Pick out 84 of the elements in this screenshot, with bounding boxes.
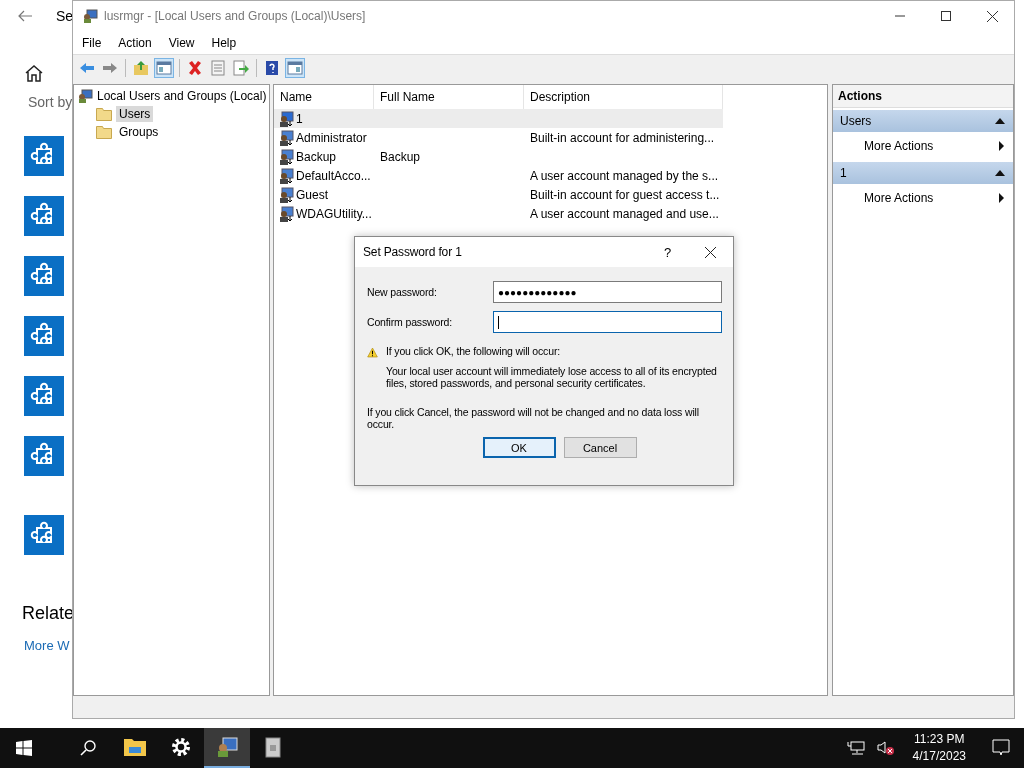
pane-icon[interactable]: [285, 58, 305, 78]
user-icon: [278, 148, 294, 165]
submenu-arrow-icon: [999, 193, 1004, 203]
notification-icon[interactable]: [992, 739, 1010, 757]
related-heading: Relate: [22, 603, 75, 624]
users-app-icon: [82, 8, 98, 24]
submenu-arrow-icon: [999, 141, 1004, 151]
home-icon[interactable]: [24, 64, 44, 82]
table-cell: Guest: [296, 187, 328, 202]
users-app-icon[interactable]: [204, 728, 250, 768]
up-icon[interactable]: [131, 58, 151, 78]
puzzle-tile-icon[interactable]: [24, 256, 64, 296]
table-cell: 1: [296, 111, 303, 126]
action-section-header[interactable]: Users: [833, 110, 1013, 132]
table-row[interactable]: 1: [274, 109, 723, 128]
clock-date[interactable]: 4/17/2023: [912, 748, 966, 765]
table-row[interactable]: Guest Built-in account for guest access t...: [274, 185, 723, 204]
sort-label: Sort by: [28, 94, 73, 110]
puzzle-tile-icon[interactable]: [24, 436, 64, 476]
dialog-button[interactable]: OK: [482, 437, 556, 458]
table-cell: A user account managed and use...: [530, 206, 719, 221]
table-cell: Administrator: [296, 130, 367, 145]
user-icon: [278, 205, 294, 222]
puzzle-tile-icon[interactable]: [24, 196, 64, 236]
tree-item[interactable]: Groups: [116, 124, 162, 140]
folder-icon: [96, 107, 112, 121]
table-cell: WDAGUtility...: [296, 206, 372, 221]
computer-users-icon: [77, 88, 93, 104]
menu-item[interactable]: View: [168, 35, 195, 50]
password-field[interactable]: ●●●●●●●●●●●●●: [493, 281, 722, 303]
menu-item[interactable]: Help: [211, 35, 237, 50]
warning-text: Your local user account will immediately lose access to all of its encrypted files, stored passwords, and personal security certificates.: [386, 365, 718, 389]
cancel-note: If you click Cancel, the password will not be changed and no data loss will occur.: [367, 406, 700, 430]
user-icon: [278, 167, 294, 184]
clock-time[interactable]: 11:23 PM: [914, 731, 965, 748]
table-cell: Built-in account for administering...: [530, 130, 715, 145]
folder-icon: [96, 125, 112, 139]
table-row[interactable]: Administrator Built-in account for administering...: [274, 128, 723, 147]
password-field[interactable]: [493, 311, 722, 333]
settings-title: Se: [56, 8, 74, 24]
actions-title: Actions: [833, 85, 1013, 108]
maximize-icon[interactable]: [941, 11, 951, 21]
network-icon[interactable]: [846, 741, 865, 755]
user-icon: [278, 129, 294, 146]
puzzle-tile-icon[interactable]: [24, 316, 64, 356]
close-icon[interactable]: [987, 10, 998, 22]
back-arrow-icon[interactable]: [18, 10, 32, 22]
puzzle-tile-icon[interactable]: [24, 136, 64, 176]
related-link[interactable]: More W: [24, 638, 70, 653]
collapse-caret-icon[interactable]: [995, 118, 1005, 124]
help-button[interactable]: ?: [663, 244, 671, 260]
start-icon[interactable]: [16, 740, 32, 756]
action-item[interactable]: More Actions: [864, 191, 934, 205]
table-cell: DefaultAcco...: [296, 168, 371, 183]
action-section-header[interactable]: 1: [833, 162, 1013, 184]
table-row[interactable]: WDAGUtility... A user account managed and use...: [274, 204, 723, 223]
dialog-title: Set Password for 1: [363, 245, 462, 259]
window-title: lusrmgr - [Local Users and Groups (Local)\Users]: [104, 9, 366, 23]
field-label: New password:: [367, 286, 438, 298]
collapse-caret-icon[interactable]: [995, 170, 1005, 176]
puzzle-tile-icon[interactable]: [24, 515, 64, 555]
table-row[interactable]: Backup Backup: [274, 147, 723, 166]
close-icon[interactable]: [705, 246, 716, 258]
table-cell: Backup: [380, 149, 421, 164]
muted-speaker-icon[interactable]: [876, 740, 895, 756]
menu-item[interactable]: Action: [118, 35, 152, 50]
action-item[interactable]: More Actions: [864, 139, 934, 153]
user-icon: [278, 186, 294, 203]
tree-root-item[interactable]: Local Users and Groups (Local): [77, 87, 269, 105]
table-row[interactable]: DefaultAcco... A user account managed by the s...: [274, 166, 723, 185]
field-label: Confirm password:: [367, 316, 453, 328]
warning-heading: If you click OK, the following will occur:: [386, 345, 561, 357]
search-icon[interactable]: [80, 740, 96, 756]
table-cell: Built-in account for guest access t...: [530, 187, 720, 202]
dialog-button[interactable]: Cancel: [563, 437, 637, 458]
table-cell: A user account managed by the s...: [530, 168, 719, 183]
warning-icon: [367, 345, 378, 360]
export-icon[interactable]: [231, 58, 251, 78]
tree-item[interactable]: Users: [116, 106, 154, 122]
puzzle-tile-icon[interactable]: [24, 376, 64, 416]
user-icon: [278, 110, 294, 127]
table-cell: Backup: [296, 149, 337, 164]
menu-item[interactable]: File: [82, 35, 102, 50]
tree-icon[interactable]: [154, 58, 174, 78]
